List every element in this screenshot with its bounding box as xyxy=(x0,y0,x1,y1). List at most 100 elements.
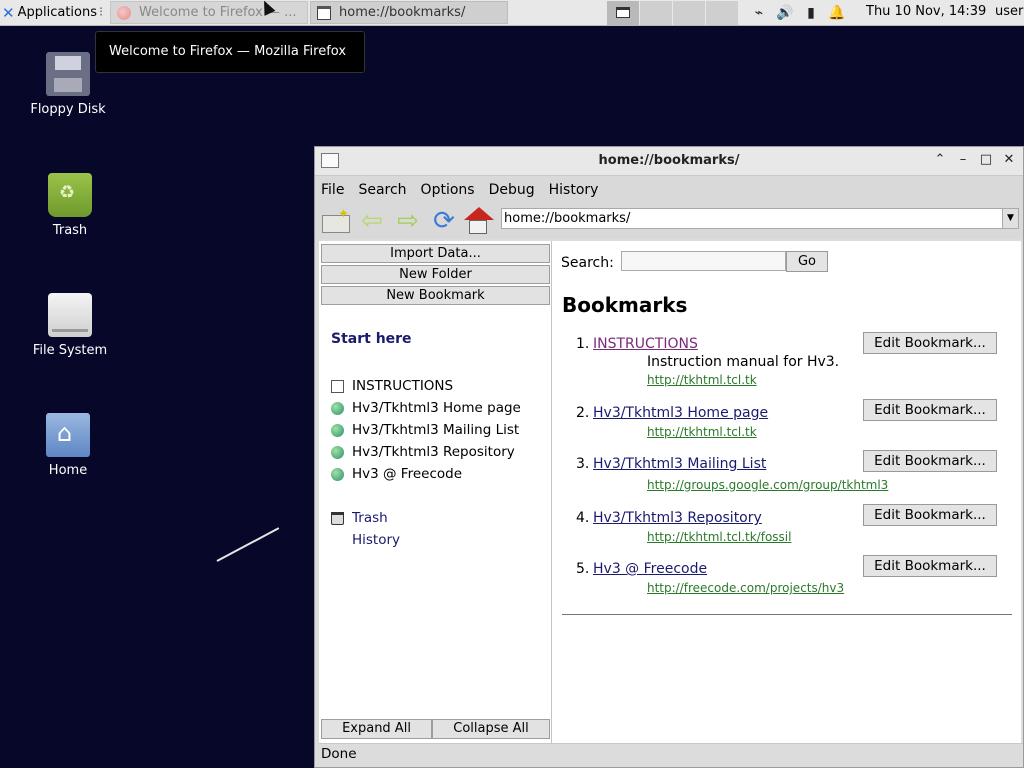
menu-options[interactable]: Options xyxy=(421,182,475,198)
menu-file[interactable]: File xyxy=(321,182,344,198)
bookmark-url[interactable]: http://groups.google.com/group/tkhtml3 xyxy=(647,478,888,492)
bookmark-number: 5. xyxy=(576,561,590,577)
menu-history[interactable]: History xyxy=(549,182,599,198)
window-titlebar[interactable]: home://bookmarks/ ⌃ – □ ✕ xyxy=(315,147,1023,176)
bookmark-url[interactable]: http://tkhtml.tcl.tk xyxy=(647,425,757,439)
window-icon xyxy=(317,5,331,20)
back-arrow-icon[interactable]: ⇦ xyxy=(357,207,387,235)
menu-separator-icon: ⁝ xyxy=(99,5,104,20)
tree-item-home-page[interactable]: Hv3/Tkhtml3 Home page xyxy=(331,397,521,419)
workspace-1[interactable] xyxy=(606,1,639,25)
tree-item-label: Hv3/Tkhtml3 Repository xyxy=(352,444,515,460)
battery-icon[interactable]: ▮ xyxy=(802,5,820,21)
desktop-icon-home[interactable]: Home xyxy=(18,413,118,478)
bookmarks-main: Search: Go Bookmarks 1. INSTRUCTIONS Ins… xyxy=(556,241,1021,743)
user-menu[interactable]: user xyxy=(995,4,1023,19)
sidebar-bottom-buttons: Expand All Collapse All xyxy=(321,719,550,739)
bookmark-link[interactable]: Hv3/Tkhtml3 Mailing List xyxy=(593,456,766,472)
document-icon xyxy=(331,379,344,393)
tree-item-history[interactable]: History xyxy=(331,529,521,551)
volume-icon[interactable]: 🔊 xyxy=(776,5,794,21)
search-label: Search: xyxy=(561,255,614,271)
window-thumbnail-icon xyxy=(616,7,630,18)
xfce-logo-icon: ✕ xyxy=(2,3,15,22)
browser-window: home://bookmarks/ ⌃ – □ ✕ File Search Op… xyxy=(314,146,1024,768)
go-button[interactable]: Go xyxy=(786,251,828,272)
bookmark-url[interactable]: http://tkhtml.tcl.tk/fossil xyxy=(647,530,791,544)
bookmark-url[interactable]: http://freecode.com/projects/hv3 xyxy=(647,581,844,595)
tree-item-label: INSTRUCTIONS xyxy=(352,378,454,394)
bookmark-link[interactable]: Hv3/Tkhtml3 Repository xyxy=(593,510,762,526)
floppy-disk-icon xyxy=(46,52,90,96)
network-icon[interactable]: ⌁ xyxy=(750,5,768,21)
status-bar: Done xyxy=(319,743,1023,764)
taskbar-tooltip: Welcome to Firefox — Mozilla Firefox xyxy=(95,31,365,73)
tree-item-repository[interactable]: Hv3/Tkhtml3 Repository xyxy=(331,441,521,463)
bookmark-number: 4. xyxy=(576,510,590,526)
search-input[interactable] xyxy=(621,251,786,271)
clock[interactable]: Thu 10 Nov, 14:39 xyxy=(866,4,986,19)
maximize-icon[interactable]: □ xyxy=(978,152,994,168)
tree-item-instructions[interactable]: INSTRUCTIONS xyxy=(331,375,521,397)
tree-item-mailing-list[interactable]: Hv3/Tkhtml3 Mailing List xyxy=(331,419,521,441)
workspace-2[interactable] xyxy=(639,1,672,25)
bookmark-description: Instruction manual for Hv3. xyxy=(647,354,840,370)
edit-bookmark-button[interactable]: Edit Bookmark... xyxy=(863,399,997,421)
taskbar-item-firefox-welcome[interactable]: Welcome to Firefox — ... xyxy=(110,1,308,24)
edit-bookmark-button[interactable]: Edit Bookmark... xyxy=(863,332,997,354)
tree-item-trash[interactable]: Trash xyxy=(331,507,521,529)
taskbar-item-bookmarks[interactable]: home://bookmarks/ xyxy=(310,1,508,24)
system-tray: ⌁ 🔊 ▮ 🔔 xyxy=(750,3,846,22)
desktop-icon-label: Floppy Disk xyxy=(30,102,106,117)
new-window-icon[interactable] xyxy=(320,207,350,235)
collapse-all-button[interactable]: Collapse All xyxy=(432,719,550,739)
bookmark-link[interactable]: INSTRUCTIONS xyxy=(593,336,698,352)
edit-bookmark-button[interactable]: Edit Bookmark... xyxy=(863,555,997,577)
notification-bell-icon[interactable]: 🔔 xyxy=(828,5,846,21)
tree-item-label: Hv3/Tkhtml3 Mailing List xyxy=(352,422,520,438)
bookmark-url[interactable]: http://tkhtml.tcl.tk xyxy=(647,373,757,387)
home-icon[interactable] xyxy=(463,207,494,235)
tree-item-label: History xyxy=(352,532,401,548)
import-data-button[interactable]: Import Data... xyxy=(321,244,550,263)
applications-label: Applications xyxy=(17,5,97,20)
minimize-icon[interactable]: – xyxy=(955,152,971,168)
url-input[interactable]: home://bookmarks/ ▼ xyxy=(501,208,1019,229)
bookmark-link[interactable]: Hv3 @ Freecode xyxy=(593,561,707,577)
close-icon[interactable]: ✕ xyxy=(1001,152,1017,168)
start-here-link[interactable]: Start here xyxy=(331,331,412,347)
url-dropdown-icon[interactable]: ▼ xyxy=(1002,209,1018,228)
menu-search[interactable]: Search xyxy=(358,182,406,198)
tree-item-label: Hv3 @ Freecode xyxy=(352,466,463,482)
desktop-icon-trash[interactable]: Trash xyxy=(20,173,120,238)
bookmarks-sidebar: Import Data... New Folder New Bookmark S… xyxy=(319,241,552,743)
bookmark-number: 1. xyxy=(576,336,590,352)
shade-icon[interactable]: ⌃ xyxy=(932,152,948,168)
applications-menu[interactable]: ✕ Applications ⁝ xyxy=(2,2,103,23)
globe-icon xyxy=(331,401,344,415)
desktop-icon-floppy[interactable]: Floppy Disk xyxy=(18,52,118,117)
tree-item-label: Hv3/Tkhtml3 Home page xyxy=(352,400,521,416)
menu-debug[interactable]: Debug xyxy=(489,182,535,198)
new-folder-button[interactable]: New Folder xyxy=(321,265,550,284)
workspace-4[interactable] xyxy=(705,1,738,25)
taskbar-item-label: home://bookmarks/ xyxy=(339,5,466,20)
tree-item-freecode[interactable]: Hv3 @ Freecode xyxy=(331,463,521,485)
trash-can-icon xyxy=(331,511,344,525)
reload-icon[interactable]: ⟳ xyxy=(429,207,459,235)
desktop-line-artifact xyxy=(216,527,280,562)
new-bookmark-button[interactable]: New Bookmark xyxy=(321,286,550,305)
edit-bookmark-button[interactable]: Edit Bookmark... xyxy=(863,504,997,526)
bookmark-link[interactable]: Hv3/Tkhtml3 Home page xyxy=(593,405,768,421)
page-title: Bookmarks xyxy=(562,293,688,317)
edit-bookmark-button[interactable]: Edit Bookmark... xyxy=(863,450,997,472)
desktop-icon-label: Trash xyxy=(52,223,88,238)
workspace-3[interactable] xyxy=(672,1,705,25)
desktop-icon-label: File System xyxy=(32,343,108,358)
desktop-icon-filesystem[interactable]: File System xyxy=(20,293,120,358)
desktop-icon-label: Home xyxy=(48,463,88,478)
bookmark-tree: INSTRUCTIONS Hv3/Tkhtml3 Home page Hv3/T… xyxy=(331,375,521,551)
forward-arrow-icon[interactable]: ⇨ xyxy=(393,207,423,235)
expand-all-button[interactable]: Expand All xyxy=(321,719,432,739)
